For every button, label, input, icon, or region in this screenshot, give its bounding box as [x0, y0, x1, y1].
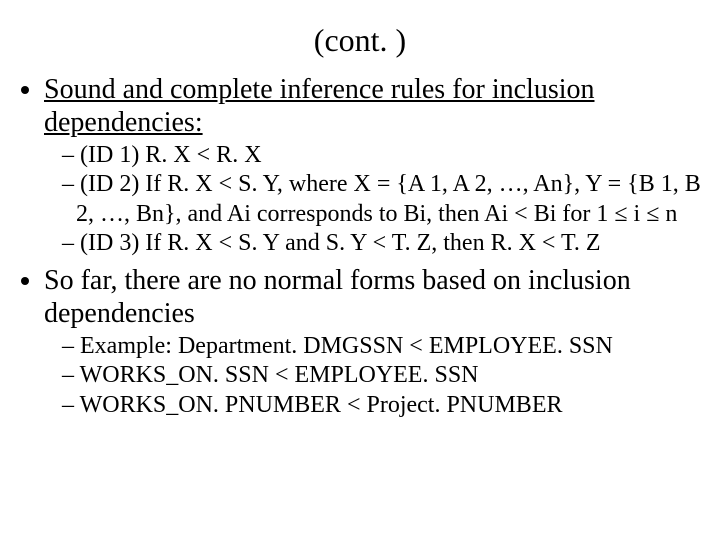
bullet-item: So far, there are no normal forms based … — [44, 264, 702, 420]
bullet-item: Sound and complete inference rules for i… — [44, 73, 702, 258]
sub-list: Example: Department. DMGSSN < EMPLOYEE. … — [44, 332, 702, 420]
sub-list: (ID 1) R. X < R. X (ID 2) If R. X < S. Y… — [44, 141, 702, 258]
bullet-text: Sound and complete inference rules for i… — [44, 74, 595, 138]
sub-item: (ID 1) R. X < R. X — [62, 141, 702, 170]
bullet-text: So far, there are no normal forms based … — [44, 265, 631, 329]
sub-item: (ID 3) If R. X < S. Y and S. Y < T. Z, t… — [62, 229, 702, 258]
sub-item: WORKS_ON. SSN < EMPLOYEE. SSN — [62, 361, 702, 390]
slide-title: (cont. ) — [18, 22, 702, 59]
sub-item: (ID 2) If R. X < S. Y, where X = {A 1, A… — [62, 170, 702, 229]
slide: (cont. ) Sound and complete inference ru… — [0, 0, 720, 540]
bullet-list: Sound and complete inference rules for i… — [18, 73, 702, 420]
sub-item: Example: Department. DMGSSN < EMPLOYEE. … — [62, 332, 702, 361]
sub-item: WORKS_ON. PNUMBER < Project. PNUMBER — [62, 391, 702, 420]
